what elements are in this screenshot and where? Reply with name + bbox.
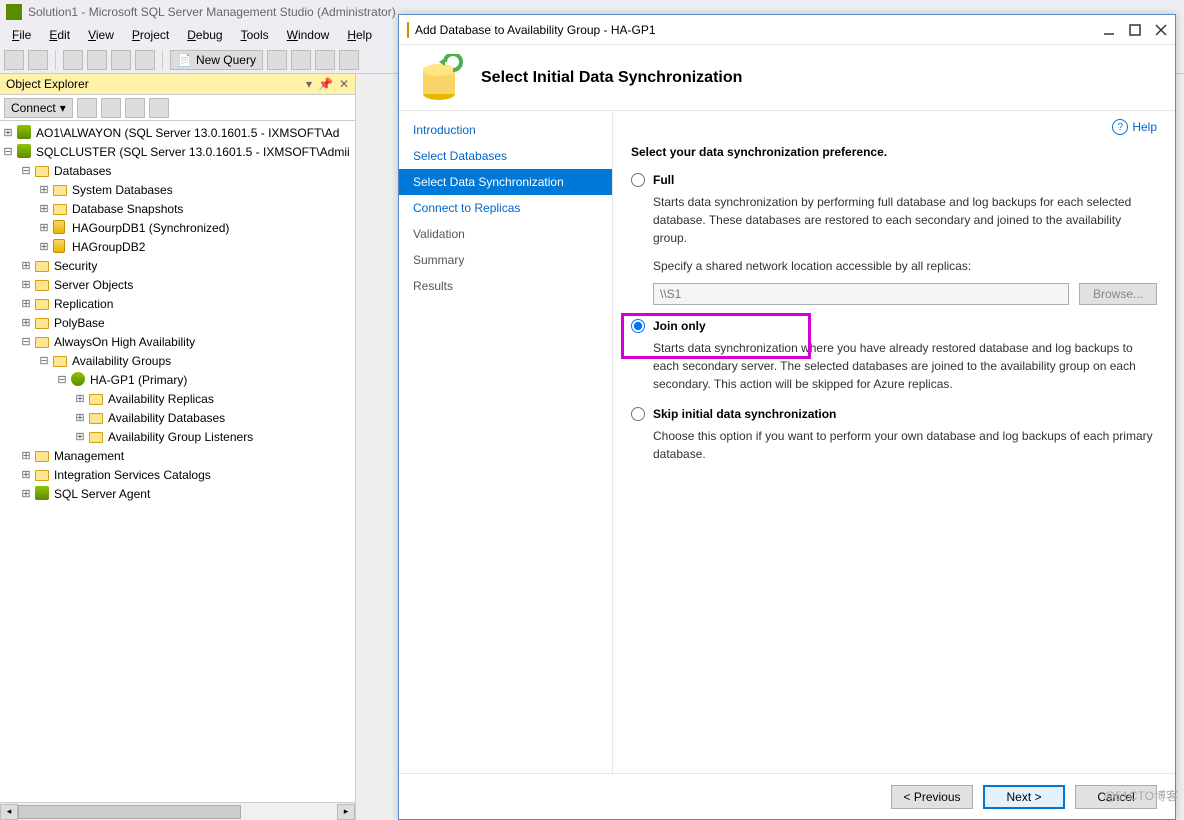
- tool-btn-1[interactable]: [267, 50, 287, 70]
- dialog-footer: < Previous Next > Cancel: [399, 773, 1175, 819]
- new-file-button[interactable]: [63, 50, 83, 70]
- dialog-title: Add Database to Availability Group - HA-…: [415, 23, 656, 37]
- radio-join[interactable]: [631, 319, 645, 333]
- pin-icon[interactable]: 📌: [318, 77, 333, 91]
- ssms-app-icon: [6, 4, 22, 20]
- menu-help[interactable]: Help: [339, 26, 380, 44]
- tree-server1[interactable]: AO1\ALWAYON (SQL Server 13.0.1601.5 - IX…: [36, 126, 339, 140]
- tree-server2[interactable]: SQLCLUSTER (SQL Server 13.0.1601.5 - IXM…: [36, 145, 350, 159]
- help-link[interactable]: Help: [1112, 119, 1157, 135]
- dialog-header: Select Initial Data Synchronization: [399, 45, 1175, 111]
- tree-alwayson[interactable]: AlwaysOn High Availability: [54, 335, 195, 349]
- menu-view[interactable]: View: [80, 26, 122, 44]
- nav-select-sync[interactable]: Select Data Synchronization: [399, 169, 612, 195]
- tree-management[interactable]: Management: [54, 449, 124, 463]
- object-explorer: Object Explorer ▾ 📌 ✕ Connect ▾ ⊞AO1\ALW…: [0, 74, 356, 820]
- wizard-nav: Introduction Select Databases Select Dat…: [399, 111, 613, 773]
- nav-results[interactable]: Results: [399, 273, 612, 299]
- tree-agent[interactable]: SQL Server Agent: [54, 487, 150, 501]
- menu-window[interactable]: Window: [279, 26, 338, 44]
- tree-db2[interactable]: HAGroupDB2: [72, 240, 145, 254]
- nav-validation[interactable]: Validation: [399, 221, 612, 247]
- desc-join: Starts data synchronization where you ha…: [653, 339, 1157, 393]
- nav-select-databases[interactable]: Select Databases: [399, 143, 612, 169]
- dialog-content: Help Select your data synchronization pr…: [613, 111, 1175, 773]
- cancel-button[interactable]: Cancel: [1075, 785, 1157, 809]
- object-tree[interactable]: ⊞AO1\ALWAYON (SQL Server 13.0.1601.5 - I…: [0, 121, 355, 802]
- option-skip: Skip initial data synchronization Choose…: [631, 407, 1157, 463]
- label-join[interactable]: Join only: [653, 319, 706, 333]
- dropdown-icon[interactable]: ▾: [306, 77, 312, 91]
- connect-button[interactable]: Connect ▾: [4, 98, 73, 118]
- oe-filter[interactable]: [125, 98, 145, 118]
- desc-full: Starts data synchronization by performin…: [653, 193, 1157, 247]
- tree-isc[interactable]: Integration Services Catalogs: [54, 468, 211, 482]
- open-file-button[interactable]: [87, 50, 107, 70]
- netloc-label: Specify a shared network location access…: [653, 257, 1157, 275]
- tree-polybase[interactable]: PolyBase: [54, 316, 105, 330]
- nav-back-button[interactable]: [4, 50, 24, 70]
- horizontal-scrollbar[interactable]: ◂ ▸: [0, 802, 355, 820]
- ssms-title: Solution1 - Microsoft SQL Server Managem…: [28, 5, 396, 19]
- label-full[interactable]: Full: [653, 173, 674, 187]
- tree-hagp1[interactable]: HA-GP1 (Primary): [90, 373, 187, 387]
- tree-sysdb[interactable]: System Databases: [72, 183, 173, 197]
- tree-availlisteners[interactable]: Availability Group Listeners: [108, 430, 253, 444]
- menu-project[interactable]: Project: [124, 26, 177, 44]
- save-button[interactable]: [111, 50, 131, 70]
- menu-debug[interactable]: Debug: [179, 26, 230, 44]
- tool-btn-3[interactable]: [315, 50, 335, 70]
- save-all-button[interactable]: [135, 50, 155, 70]
- oe-tool-1[interactable]: [77, 98, 97, 118]
- close-icon[interactable]: [1155, 24, 1167, 36]
- oe-tool-2[interactable]: [101, 98, 121, 118]
- tree-availgroups[interactable]: Availability Groups: [72, 354, 171, 368]
- nav-connect-replicas[interactable]: Connect to Replicas: [399, 195, 612, 221]
- radio-full[interactable]: [631, 173, 645, 187]
- tree-serverobj[interactable]: Server Objects: [54, 278, 133, 292]
- label-skip[interactable]: Skip initial data synchronization: [653, 407, 836, 421]
- wizard-icon: [415, 54, 463, 102]
- oe-refresh[interactable]: [149, 98, 169, 118]
- dialog-titlebar[interactable]: Add Database to Availability Group - HA-…: [399, 15, 1175, 45]
- nav-fwd-button[interactable]: [28, 50, 48, 70]
- dialog-heading: Select Initial Data Synchronization: [481, 69, 742, 87]
- scroll-left-button[interactable]: ◂: [0, 804, 18, 820]
- tool-btn-4[interactable]: [339, 50, 359, 70]
- minimize-icon[interactable]: [1103, 24, 1115, 36]
- maximize-icon[interactable]: [1129, 24, 1141, 36]
- menu-edit[interactable]: Edit: [41, 26, 78, 44]
- tree-availdbs[interactable]: Availability Databases: [108, 411, 225, 425]
- netloc-input: [653, 283, 1069, 305]
- option-join: Join only Starts data synchronization wh…: [631, 319, 1157, 393]
- sync-prompt: Select your data synchronization prefere…: [631, 145, 1157, 159]
- tree-db1[interactable]: HAGourpDB1 (Synchronized): [72, 221, 229, 235]
- tree-dbsnap[interactable]: Database Snapshots: [72, 202, 183, 216]
- option-full: Full Starts data synchronization by perf…: [631, 173, 1157, 305]
- nav-introduction[interactable]: Introduction: [399, 117, 612, 143]
- close-icon[interactable]: ✕: [339, 77, 349, 91]
- menu-file[interactable]: File: [4, 26, 39, 44]
- menu-tools[interactable]: Tools: [233, 26, 277, 44]
- scroll-thumb[interactable]: [18, 805, 241, 819]
- tree-databases[interactable]: Databases: [54, 164, 111, 178]
- scroll-right-button[interactable]: ▸: [337, 804, 355, 820]
- tree-availreplicas[interactable]: Availability Replicas: [108, 392, 214, 406]
- nav-summary[interactable]: Summary: [399, 247, 612, 273]
- desc-skip: Choose this option if you want to perfor…: [653, 427, 1157, 463]
- browse-button: Browse...: [1079, 283, 1157, 305]
- add-database-dialog: Add Database to Availability Group - HA-…: [398, 14, 1176, 820]
- next-button[interactable]: Next >: [983, 785, 1065, 809]
- tree-security[interactable]: Security: [54, 259, 97, 273]
- dialog-icon: [407, 23, 409, 37]
- tool-btn-2[interactable]: [291, 50, 311, 70]
- new-query-button[interactable]: 📄 New Query: [170, 50, 263, 70]
- object-explorer-title: Object Explorer: [6, 77, 89, 91]
- previous-button[interactable]: < Previous: [891, 785, 973, 809]
- radio-skip[interactable]: [631, 407, 645, 421]
- tree-replication[interactable]: Replication: [54, 297, 113, 311]
